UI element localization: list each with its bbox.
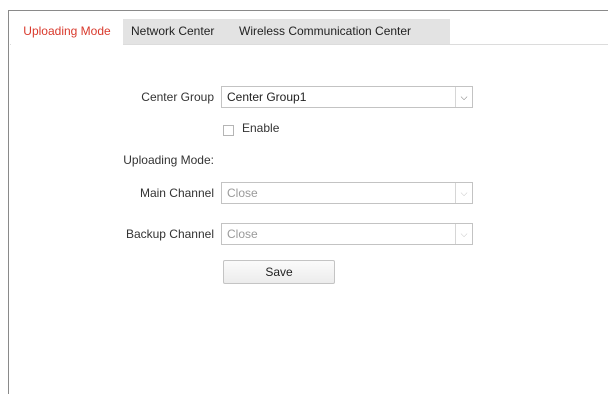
main-channel-value: Close xyxy=(227,186,258,200)
chevron-down-icon[interactable]: ⌵ xyxy=(455,183,472,203)
tab-network-center[interactable]: Network Center xyxy=(131,19,214,44)
enable-label: Enable xyxy=(242,121,280,135)
panel-frame: Uploading Mode Network Center Wireless C… xyxy=(8,10,608,394)
tab-wireless-communication-center[interactable]: Wireless Communication Center xyxy=(239,19,411,44)
backup-channel-label: Backup Channel xyxy=(125,227,214,241)
tab-bar: Uploading Mode Network Center Wireless C… xyxy=(10,19,608,45)
center-group-select[interactable]: Center Group1 ⌵ xyxy=(221,86,473,108)
center-group-value: Center Group1 xyxy=(227,90,307,104)
chevron-down-icon[interactable]: ⌵ xyxy=(455,87,472,107)
save-button[interactable]: Save xyxy=(223,260,335,284)
enable-checkbox[interactable] xyxy=(223,125,234,136)
tab-uploading-mode[interactable]: Uploading Mode xyxy=(11,19,123,45)
chevron-down-icon[interactable]: ⌵ xyxy=(455,224,472,244)
uploading-mode-label: Uploading Mode: xyxy=(123,153,214,167)
main-channel-select[interactable]: Close ⌵ xyxy=(221,182,473,204)
main-channel-label: Main Channel xyxy=(139,186,214,200)
backup-channel-value: Close xyxy=(227,227,258,241)
center-group-label: Center Group xyxy=(141,90,214,104)
backup-channel-select[interactable]: Close ⌵ xyxy=(221,223,473,245)
